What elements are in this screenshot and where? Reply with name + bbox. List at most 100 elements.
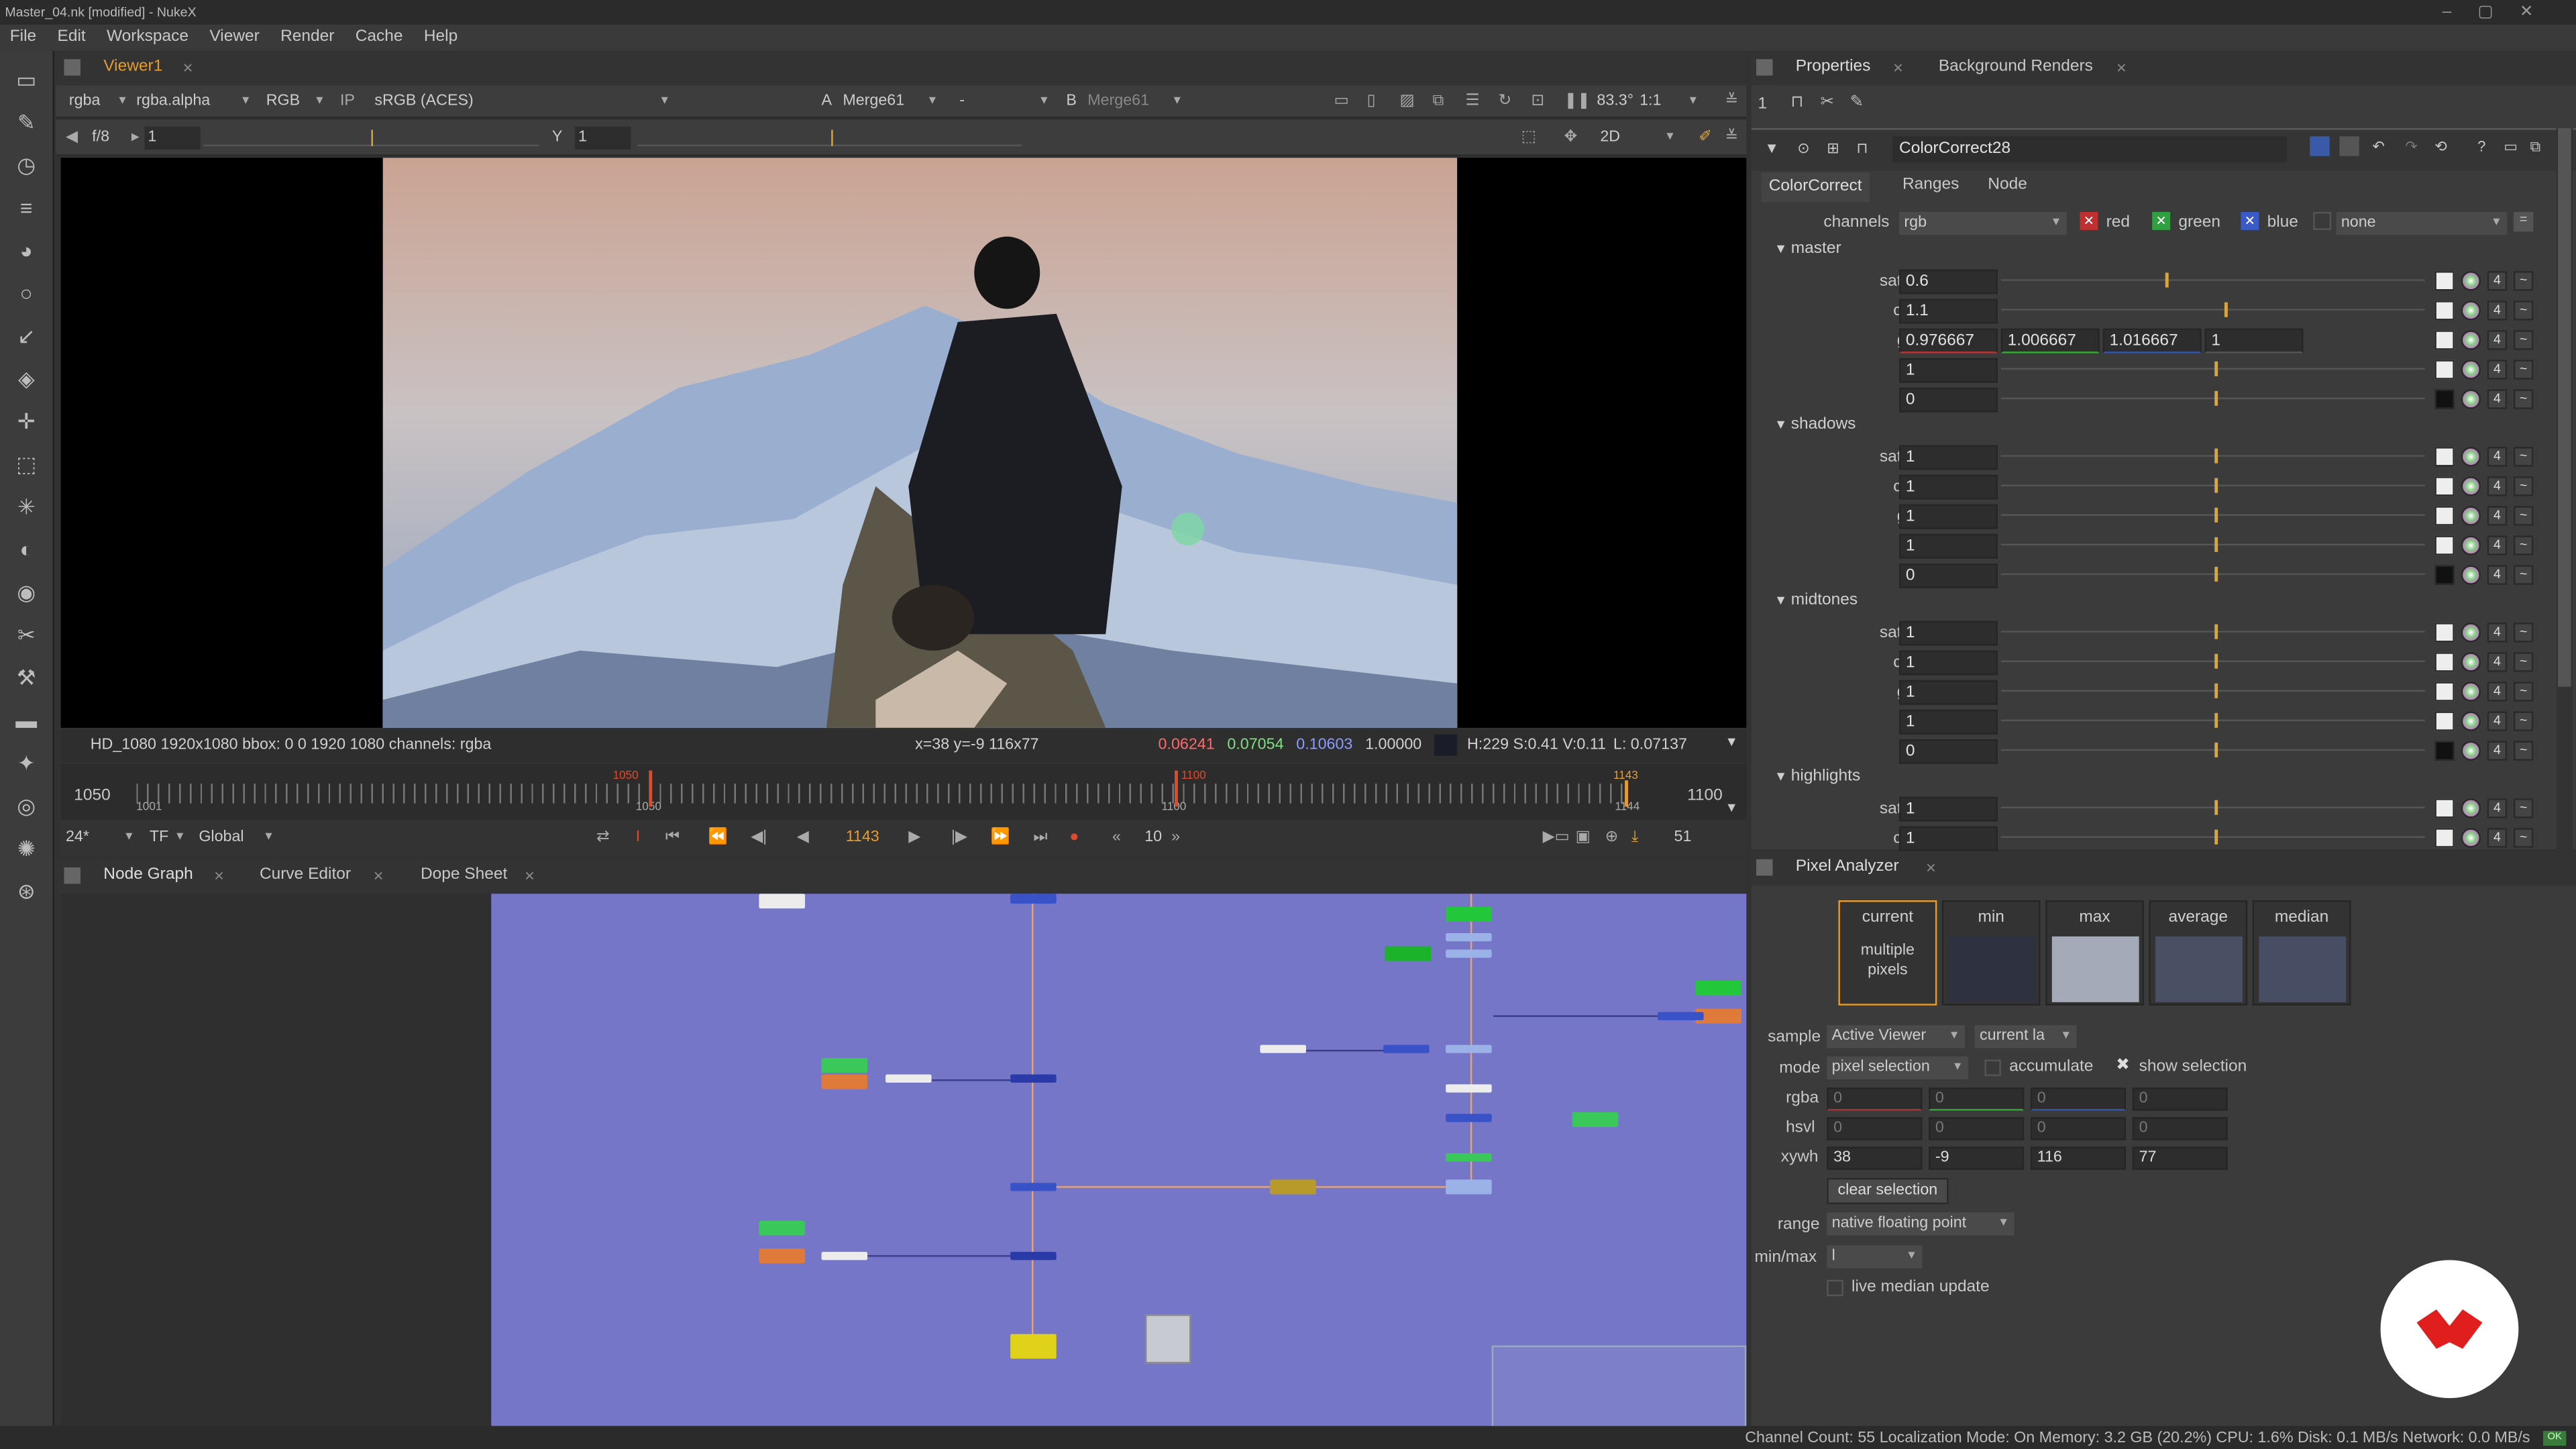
view-mode-dropdown[interactable]: 2D ▼	[1600, 127, 1676, 150]
node[interactable]	[1010, 894, 1057, 904]
knob-value-field[interactable]: 1	[1899, 504, 1998, 529]
roi-icon[interactable]: ▭	[1334, 91, 1357, 113]
node[interactable]	[1446, 933, 1492, 942]
section-master[interactable]: ▼ master	[1774, 240, 1841, 258]
knob-slider[interactable]	[2000, 711, 2425, 734]
knob-slider[interactable]	[2000, 828, 2425, 851]
input-icon[interactable]: ⊓	[1856, 140, 1868, 158]
close-icon[interactable]: ✕	[1892, 61, 1903, 76]
pane-menu-icon[interactable]	[64, 867, 81, 884]
collapse-icon[interactable]: ▼	[1774, 417, 1791, 432]
min-box[interactable]: min	[1941, 900, 2041, 1006]
input-mode-dropdown[interactable]: - ▼	[959, 91, 1050, 113]
node[interactable]	[1446, 1153, 1492, 1162]
animation-icon[interactable]: ~	[2513, 360, 2534, 380]
clear-panels-icon[interactable]: ✂	[1820, 94, 1834, 112]
color-swatch-icon[interactable]	[2434, 447, 2455, 467]
merge-icon[interactable]: ◈	[13, 366, 40, 392]
knob-slider[interactable]	[2000, 682, 2425, 704]
node[interactable]	[1446, 1114, 1492, 1122]
playhead[interactable]	[1625, 780, 1628, 807]
show-selection-checkbox[interactable]: ✖	[2116, 1057, 2130, 1075]
float-2-icon[interactable]: ⧉	[2530, 138, 2540, 156]
channel-split-icon[interactable]: 4	[2487, 271, 2508, 291]
menu-help[interactable]: Help	[424, 28, 458, 46]
toolsets-icon[interactable]: ⚒	[13, 665, 40, 692]
node[interactable]	[1446, 906, 1492, 922]
pane-menu-icon[interactable]	[64, 59, 81, 76]
rgba-r-field[interactable]: 0	[1827, 1087, 1923, 1111]
knob-slider[interactable]	[2000, 565, 2425, 588]
fps-dropdown[interactable]: 24* ▼	[66, 826, 135, 849]
hsvl-h-field[interactable]: 0	[1827, 1117, 1923, 1140]
other-icon[interactable]: ▬	[13, 708, 40, 735]
knob-value-field[interactable]: 1	[1899, 650, 1998, 676]
y-field[interactable]: 1	[575, 126, 631, 150]
slider-knob[interactable]	[2214, 537, 2218, 552]
animation-icon[interactable]: ~	[2513, 682, 2534, 702]
sample-layer-select[interactable]: current la ▼	[1974, 1025, 2077, 1049]
alpha-checkbox[interactable]	[2313, 211, 2332, 230]
subtab-node[interactable]: Node	[1988, 176, 2027, 194]
knob-value-field[interactable]: 0.6	[1899, 269, 1998, 294]
color-wheel-icon[interactable]	[2461, 741, 2481, 761]
arrow-right-icon[interactable]: ▸	[131, 127, 142, 150]
scrollbar[interactable]	[2556, 128, 2573, 851]
revert-icon[interactable]: ⟲	[2434, 138, 2447, 156]
knob-slider[interactable]	[2000, 741, 2425, 763]
last-frame-icon[interactable]: ⏭	[1033, 826, 1056, 849]
next-key-icon[interactable]: ⏩	[991, 826, 1014, 849]
slider-knob[interactable]	[2214, 361, 2218, 376]
slider-knob[interactable]	[2214, 390, 2218, 406]
knob-slider[interactable]	[2000, 360, 2425, 382]
knob-slider[interactable]	[2000, 301, 2425, 323]
prev-key-icon[interactable]: ⏪	[708, 826, 731, 849]
knob-slider[interactable]	[2000, 506, 2425, 529]
color-wheel-icon[interactable]	[2461, 301, 2481, 321]
knob-extra-field[interactable]: 1.006667	[2000, 328, 2100, 354]
color-swatch-icon[interactable]	[2434, 330, 2455, 350]
stack-icon[interactable]: ☰	[1466, 91, 1489, 113]
animation-icon[interactable]: ~	[2513, 535, 2534, 555]
input-a-dropdown[interactable]: Merge61 ▼	[843, 91, 938, 113]
step-field[interactable]: 10	[1142, 826, 1165, 849]
channel-split-icon[interactable]: 4	[2487, 828, 2508, 848]
viewer-canvas[interactable]	[60, 158, 1747, 728]
channel-split-icon[interactable]: 4	[2487, 623, 2508, 643]
mode-select[interactable]: pixel selection ▼	[1827, 1056, 1968, 1079]
pane-menu-icon[interactable]	[1756, 59, 1773, 76]
tab-node-graph[interactable]: Node Graph	[103, 866, 193, 884]
live-median-checkbox[interactable]	[1827, 1279, 1843, 1297]
slider-knob[interactable]	[2214, 712, 2218, 728]
chevron-down-icon[interactable]: ▼	[1725, 735, 1737, 749]
node-graph-canvas[interactable]	[491, 894, 1747, 1426]
node[interactable]	[1270, 1179, 1316, 1195]
color-swatch-icon[interactable]	[2434, 565, 2455, 585]
out-point-marker[interactable]	[1175, 770, 1178, 807]
menu-file[interactable]: File	[10, 28, 36, 46]
wipe-icon[interactable]: ▨	[1400, 91, 1423, 113]
node[interactable]	[1446, 1084, 1492, 1093]
fstop-value[interactable]: f/8	[92, 127, 125, 150]
hsvl-v-field[interactable]: 0	[2030, 1117, 2127, 1140]
metadata-icon[interactable]: ✂	[13, 623, 40, 649]
color-wheel-icon[interactable]	[2461, 271, 2481, 291]
menu-edit[interactable]: Edit	[57, 28, 85, 46]
particles-icon[interactable]: ✳	[13, 494, 40, 521]
channel-icon[interactable]: ≡	[13, 195, 40, 221]
section-highlights[interactable]: ▼ highlights	[1774, 767, 1860, 786]
knob-value-field[interactable]: 0	[1899, 739, 1998, 764]
knob-slider[interactable]	[2000, 389, 2425, 412]
undo-icon[interactable]: ↶	[2372, 138, 2384, 156]
color-wheel-icon[interactable]	[2461, 389, 2481, 409]
channel-split-icon[interactable]: 4	[2487, 682, 2508, 702]
color-swatch-icon[interactable]	[2434, 301, 2455, 321]
frame-field[interactable]: 1	[144, 126, 201, 150]
node[interactable]	[1010, 1334, 1057, 1359]
collapse-icon[interactable]: ▼	[1774, 593, 1791, 608]
close-icon[interactable]: ✕	[373, 869, 384, 884]
color-wheel-icon[interactable]	[2461, 476, 2481, 496]
lut-dropdown[interactable]: sRGB (ACES) ▼	[374, 91, 670, 113]
keyer-icon[interactable]: ↙	[13, 323, 40, 350]
filter-icon[interactable]: ○	[13, 281, 40, 307]
